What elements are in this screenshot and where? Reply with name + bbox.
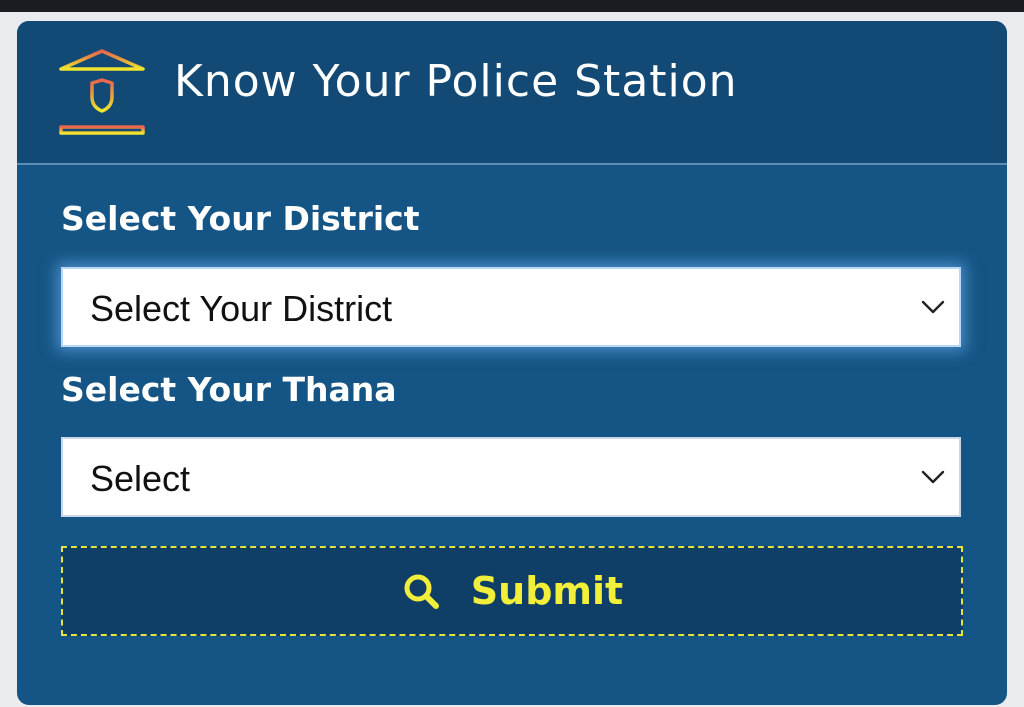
district-select[interactable]: Select Your District (61, 267, 961, 347)
police-station-building-icon (59, 49, 145, 135)
submit-button-content: Submit (63, 548, 961, 634)
know-your-police-station-card: Know Your Police Station Select Your Dis… (17, 21, 1007, 705)
district-select-value: Select Your District (90, 288, 393, 329)
chevron-down-icon (921, 300, 945, 314)
submit-button[interactable]: Submit (61, 546, 963, 636)
page-title: Know Your Police Station (174, 56, 738, 107)
thana-select-value: Select (90, 458, 191, 499)
thana-label: Select Your Thana (61, 370, 397, 409)
district-label: Select Your District (61, 199, 420, 238)
submit-label: Submit (470, 569, 624, 613)
chevron-down-icon (921, 470, 945, 484)
thana-select[interactable]: Select (61, 437, 961, 517)
search-icon (404, 574, 439, 609)
top-status-strip (0, 0, 1024, 12)
card-header: Know Your Police Station (17, 21, 1007, 165)
